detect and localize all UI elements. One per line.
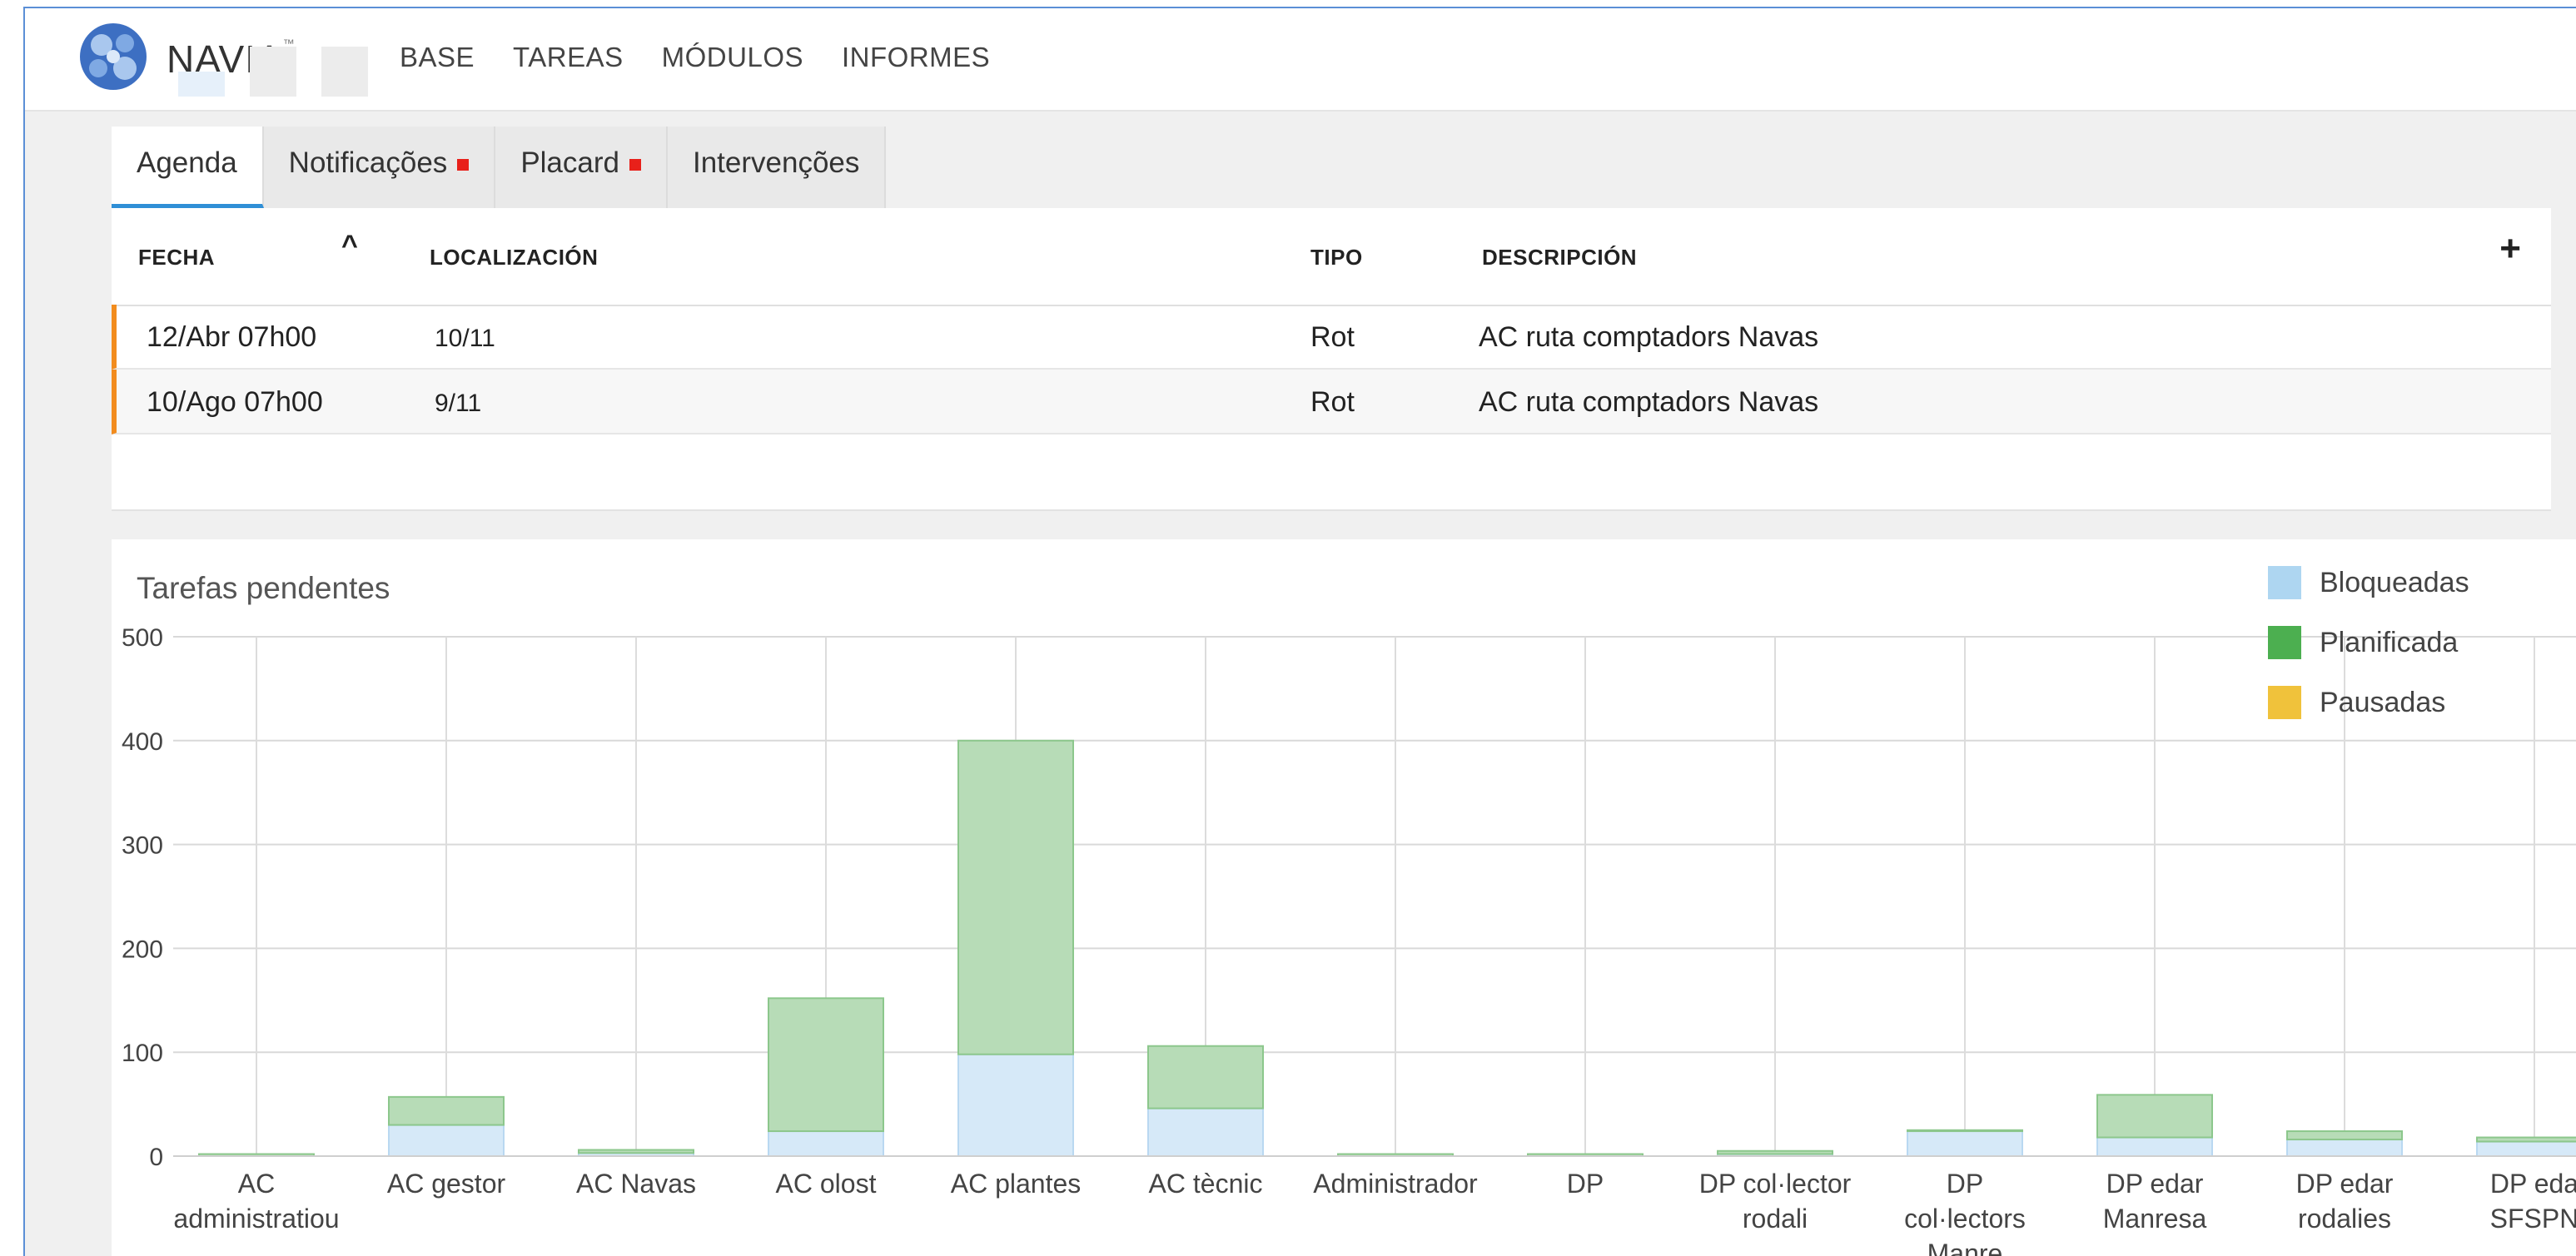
x-tick-label: AC Navas: [576, 1169, 696, 1199]
notification-badge: [629, 158, 641, 171]
nav-base[interactable]: BASE: [400, 42, 475, 73]
legend-label: Bloqueadas: [2320, 566, 2469, 598]
nav-informes[interactable]: INFORMES: [842, 42, 990, 73]
x-tick-label: col·lectors: [1904, 1204, 2026, 1234]
bar-segment: [1907, 1130, 2023, 1157]
placeholder-block: [250, 47, 296, 97]
x-tick-label: Administrador: [1313, 1169, 1478, 1199]
column-header-localizacion[interactable]: LOCALIZACIÓN: [430, 245, 598, 271]
x-tick-label: DP: [1947, 1169, 1983, 1199]
bar-segment: [2476, 1140, 2576, 1158]
placeholder-block: [178, 72, 225, 97]
legend-swatch: [2268, 626, 2301, 659]
tab-bar: Agenda Notificações Placard Intervenções: [112, 127, 887, 208]
sort-ascending-icon[interactable]: ^: [341, 230, 358, 262]
column-header-fecha[interactable]: FECHA: [138, 245, 215, 271]
bar-segment: [388, 1095, 505, 1126]
column-header-tipo[interactable]: TIPO: [1310, 245, 1363, 271]
stacked-bar-chart: 0 100 200 300 400 500 AC administratiou AC gesto…: [122, 624, 2576, 1256]
x-tick-label: AC tècnic: [1149, 1169, 1263, 1199]
bar-segment: [2286, 1130, 2403, 1141]
table-row[interactable]: 10/Ago 07h00 9/11 Rot AC ruta comptadors…: [112, 370, 2551, 434]
bar-segment: [578, 1149, 694, 1154]
legend-swatch: [2268, 686, 2301, 719]
legend-label: Planificada: [2320, 626, 2459, 658]
tab-placard[interactable]: Placard: [495, 127, 668, 208]
cell-descripcion: AC ruta comptadors Navas: [1479, 321, 1819, 353]
cell-tipo: Rot: [1310, 386, 1355, 418]
y-tick-label: 200: [122, 936, 163, 963]
cell-localizacion: 9/11: [435, 390, 482, 417]
y-tick-label: 300: [122, 832, 163, 860]
x-tick-label: AC gestor: [387, 1169, 506, 1199]
cell-localizacion: 10/11: [435, 325, 495, 352]
bar-segment: [2096, 1136, 2213, 1158]
nav-modulos[interactable]: MÓDULOS: [662, 42, 803, 73]
bar-segment: [1717, 1149, 1833, 1155]
cell-fecha: 10/Ago 07h00: [147, 386, 323, 418]
x-tick-label: rodalies: [2298, 1204, 2391, 1234]
y-tick-label: 500: [122, 624, 163, 652]
bar-segment: [2286, 1139, 2403, 1157]
table-row[interactable]: 12/Abr 07h00 10/11 Rot AC ruta comptador…: [112, 305, 2551, 370]
bar-segment: [1147, 1045, 1264, 1110]
bar-segment: [768, 997, 884, 1133]
y-tick-label: 100: [122, 1040, 163, 1067]
column-header-descripcion[interactable]: DESCRIPCIÓN: [1482, 245, 1637, 271]
legend-item-bloqueadas[interactable]: Bloqueadas: [2268, 553, 2469, 613]
bar-segment: [957, 739, 1074, 1055]
x-tick-label: DP edar: [2106, 1169, 2204, 1199]
tab-notificacoes[interactable]: Notificações: [263, 127, 496, 208]
legend-swatch: [2268, 566, 2301, 599]
y-tick-label: 400: [122, 728, 163, 756]
chart-panel: Tarefas pendentes 0 100 200 300 400 500 AC admi…: [112, 539, 2576, 1256]
cell-tipo: Rot: [1310, 321, 1355, 353]
cell-fecha: 12/Abr 07h00: [147, 321, 317, 353]
x-tick-label: DP: [1567, 1169, 1604, 1199]
legend-item-pausadas[interactable]: Pausadas: [2268, 673, 2469, 732]
tab-intervencoes[interactable]: Intervenções: [667, 127, 887, 208]
legend-item-planificada[interactable]: Planificada: [2268, 613, 2469, 673]
x-tick-label: Manre: [1927, 1239, 2003, 1256]
bar-segment: [1907, 1129, 2023, 1133]
x-tick-label: SFSPN: [2490, 1204, 2576, 1234]
bar-segment: [2476, 1136, 2576, 1143]
placeholder-block: [321, 47, 368, 97]
bar-segment: [2096, 1094, 2213, 1139]
navia-logo-icon: [80, 23, 147, 90]
x-tick-label: AC: [238, 1169, 275, 1199]
cell-descripcion: AC ruta comptadors Navas: [1479, 386, 1819, 418]
table-header: FECHA ^ LOCALIZACIÓN TIPO DESCRIPCIÓN +: [112, 208, 2551, 306]
x-tick-label: rodali: [1743, 1204, 1808, 1234]
x-tick-label: Manresa: [2103, 1204, 2207, 1234]
x-tick-label: DP edar: [2296, 1169, 2394, 1199]
legend-label: Pausadas: [2320, 686, 2446, 718]
top-navigation-bar: NAVIA™ BASE TAREAS MÓDULOS INFORMES: [25, 8, 2576, 112]
notification-badge: [457, 158, 470, 171]
app-window: NAVIA™ BASE TAREAS MÓDULOS INFORMES Agen…: [23, 7, 2576, 1256]
nav-tareas[interactable]: TAREAS: [513, 42, 624, 73]
bar-segment: [768, 1130, 884, 1157]
bar-segment: [957, 1053, 1074, 1157]
tab-agenda[interactable]: Agenda: [112, 127, 264, 208]
x-tick-label: administratiou: [173, 1204, 339, 1234]
bar-segment: [1147, 1107, 1264, 1157]
x-tick-label: AC plantes: [951, 1169, 1082, 1199]
x-tick-label: AC olost: [776, 1169, 877, 1199]
main-nav: BASE TAREAS MÓDULOS INFORMES: [400, 42, 990, 73]
y-tick-label: 0: [149, 1144, 163, 1171]
x-tick-label: DP eda: [2490, 1169, 2576, 1199]
bar-segment: [388, 1124, 505, 1157]
add-icon[interactable]: +: [2499, 228, 2521, 270]
agenda-table: FECHA ^ LOCALIZACIÓN TIPO DESCRIPCIÓN + …: [112, 208, 2551, 511]
x-tick-label: DP col·lector: [1699, 1169, 1852, 1199]
chart-legend: Bloqueadas Planificada Pausadas: [2268, 553, 2469, 732]
